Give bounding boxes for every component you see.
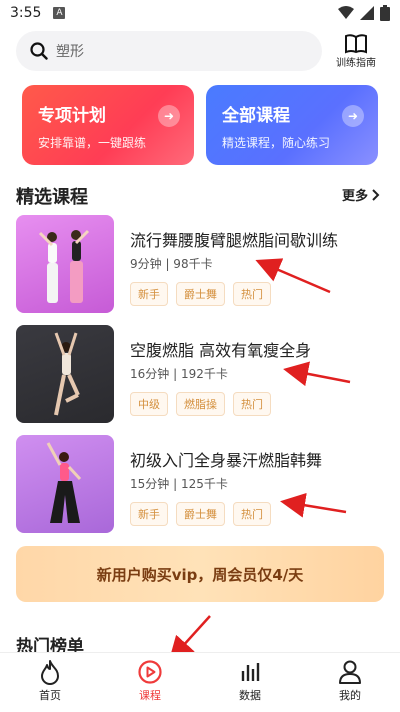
- more-label: 更多: [341, 189, 368, 204]
- tab-label: 我的: [339, 689, 361, 702]
- course-tag: 新手: [130, 502, 168, 526]
- course-title: 流行舞腰腹臂腿燃脂间歇训练: [130, 231, 339, 250]
- book-icon: [345, 33, 367, 53]
- tab-mine[interactable]: 我的: [300, 653, 400, 712]
- dancer-image: [46, 442, 82, 523]
- course-thumbnail: [16, 215, 114, 313]
- course-meta: 16分钟 | 192千卡: [130, 367, 228, 381]
- arrow-right-icon: ➜: [342, 105, 364, 127]
- more-link[interactable]: 更多: [342, 185, 380, 204]
- course-item[interactable]: 空腹燃脂 高效有氧瘦全身 16分钟 | 192千卡 中级 燃脂操 热门: [16, 325, 386, 423]
- course-tag: 中级: [130, 392, 168, 416]
- all-courses-card[interactable]: 全部课程 精选课程，随心练习 ➜: [206, 85, 378, 165]
- dancer-image: [54, 332, 80, 416]
- dancers-image: [38, 229, 90, 303]
- course-title: 空腹燃脂 高效有氧瘦全身: [130, 341, 312, 360]
- course-tag: 燃脂操: [176, 392, 225, 416]
- user-icon: [339, 660, 361, 684]
- course-tag: 热门: [233, 502, 271, 526]
- training-guide-label: 训练指南: [336, 57, 376, 69]
- vip-promo-banner[interactable]: 新用户购买vip，周会员仅4/天: [16, 546, 384, 602]
- training-guide-button[interactable]: 训练指南: [330, 33, 382, 69]
- course-tag: 热门: [233, 282, 271, 306]
- course-tag: 爵士舞: [176, 502, 225, 526]
- status-bar: 3:55 A: [0, 0, 400, 26]
- status-time: 3:55: [10, 5, 42, 21]
- search-row: 塑形 训练指南: [16, 30, 384, 72]
- wifi-icon: [338, 6, 354, 19]
- course-meta: 15分钟 | 125千卡: [130, 477, 228, 491]
- notification-icon: A: [53, 7, 66, 19]
- tab-courses[interactable]: 课程: [100, 653, 200, 712]
- promo-subtitle: 精选课程，随心练习: [222, 136, 331, 150]
- course-tag: 新手: [130, 282, 168, 306]
- course-item[interactable]: 初级入门全身暴汗燃脂韩舞 15分钟 | 125千卡 新手 爵士舞 热门: [16, 435, 386, 533]
- course-tag: 热门: [233, 392, 271, 416]
- course-thumbnail: [16, 435, 114, 533]
- course-item[interactable]: 流行舞腰腹臂腿燃脂间歇训练 9分钟 | 98千卡 新手 爵士舞 热门: [16, 215, 386, 313]
- course-tags: 新手 爵士舞 热门: [130, 282, 271, 306]
- tab-home[interactable]: 首页: [0, 653, 100, 712]
- bottom-tab-bar: 首页 课程 数据 我的: [0, 652, 400, 712]
- vip-promo-text: 新用户购买vip，周会员仅4/天: [96, 565, 304, 584]
- status-icons: [338, 5, 390, 21]
- battery-icon: [380, 5, 390, 21]
- bar-chart-icon: [241, 663, 260, 681]
- course-meta: 9分钟 | 98千卡: [130, 257, 213, 271]
- tab-label: 课程: [139, 689, 161, 702]
- chevron-right-icon: [372, 188, 380, 201]
- course-tags: 新手 爵士舞 热门: [130, 502, 271, 526]
- search-icon: [30, 42, 48, 60]
- course-thumbnail: [16, 325, 114, 423]
- course-tags: 中级 燃脂操 热门: [130, 392, 271, 416]
- course-title: 初级入门全身暴汗燃脂韩舞: [130, 451, 323, 470]
- flame-icon: [41, 660, 59, 685]
- tab-label: 首页: [39, 689, 61, 702]
- tab-label: 数据: [239, 689, 261, 702]
- play-circle-icon: [138, 660, 162, 684]
- search-input[interactable]: 塑形: [16, 31, 322, 71]
- course-tag: 爵士舞: [176, 282, 225, 306]
- special-plan-card[interactable]: 专项计划 安排靠谱，一键跟练 ➜: [22, 85, 194, 165]
- tab-data[interactable]: 数据: [200, 653, 300, 712]
- arrow-right-icon: ➜: [158, 105, 180, 127]
- signal-icon: [360, 6, 374, 20]
- promo-subtitle: 安排靠谱，一键跟练: [38, 136, 147, 150]
- search-placeholder: 塑形: [56, 44, 84, 60]
- section-title: 精选课程: [16, 187, 88, 208]
